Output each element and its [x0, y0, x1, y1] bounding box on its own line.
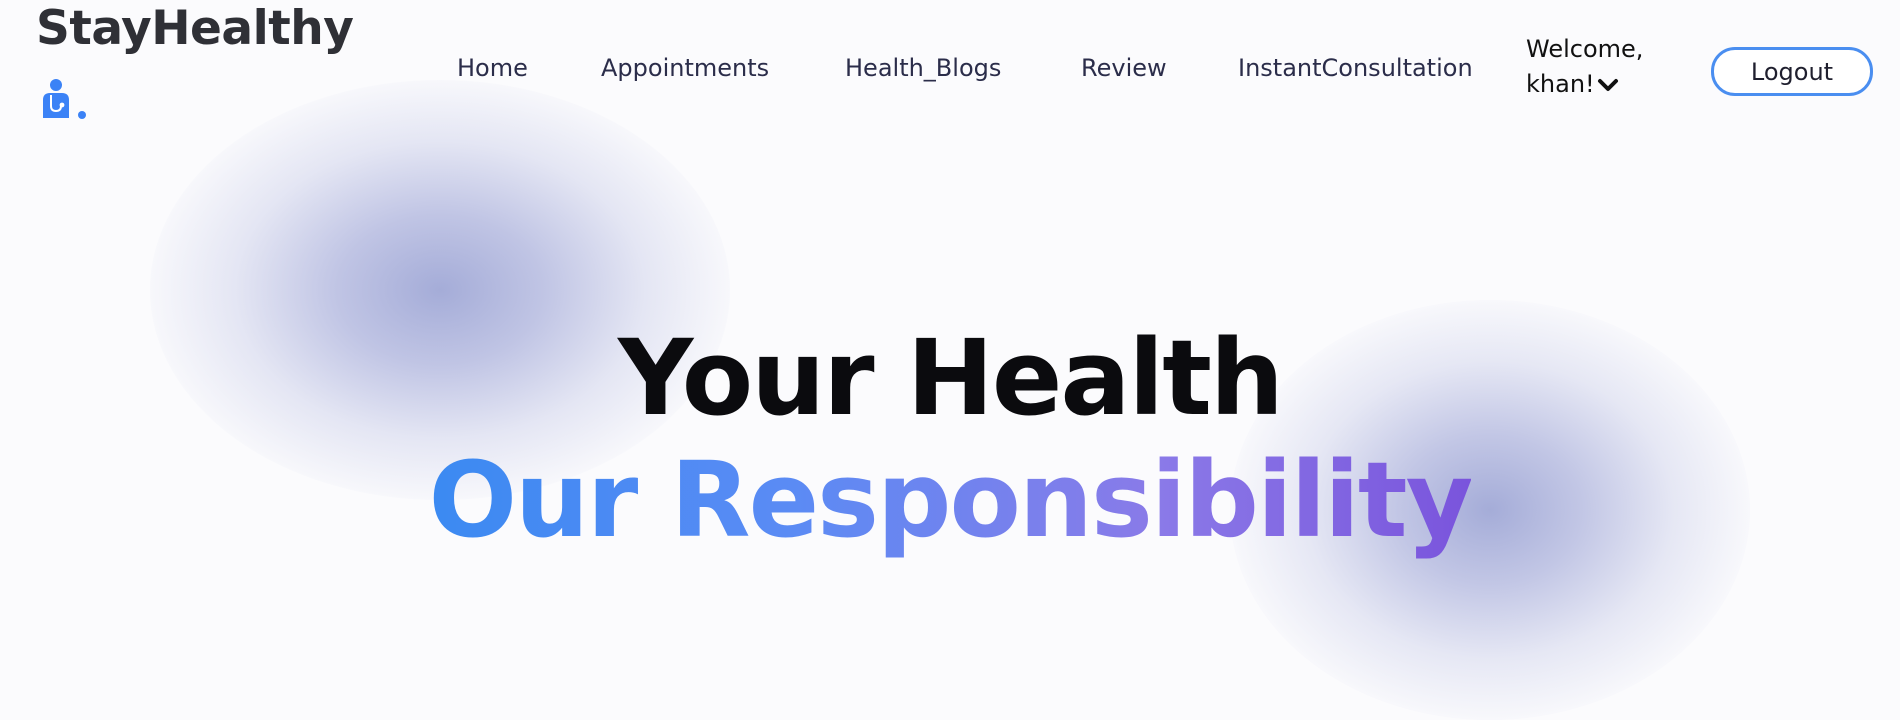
nav-review[interactable]: Review	[1081, 50, 1167, 86]
brand[interactable]: StayHealthy	[36, 0, 354, 119]
hero-subtitle-wrapper: Our Responsibility	[0, 440, 1900, 560]
doctor-icon	[43, 79, 86, 119]
username-row[interactable]: khan!	[1526, 67, 1643, 102]
chevron-down-icon[interactable]	[1597, 78, 1619, 92]
nav-home[interactable]: Home	[457, 50, 528, 86]
user-menu[interactable]: Welcome, khan!	[1526, 32, 1643, 102]
logout-button[interactable]: Logout	[1711, 47, 1873, 96]
welcome-text: Welcome,	[1526, 35, 1644, 63]
hero-title: Your Health	[618, 317, 1284, 439]
nav-instant-consultation[interactable]: InstantConsultation	[1238, 50, 1473, 86]
hero-subtitle: Our Responsibility	[428, 439, 1474, 561]
brand-name[interactable]: StayHealthy	[36, 0, 354, 58]
nav-health-blogs[interactable]: Health_Blogs	[845, 50, 1001, 86]
username: khan!	[1526, 70, 1595, 98]
nav-appointments[interactable]: Appointments	[601, 50, 769, 86]
